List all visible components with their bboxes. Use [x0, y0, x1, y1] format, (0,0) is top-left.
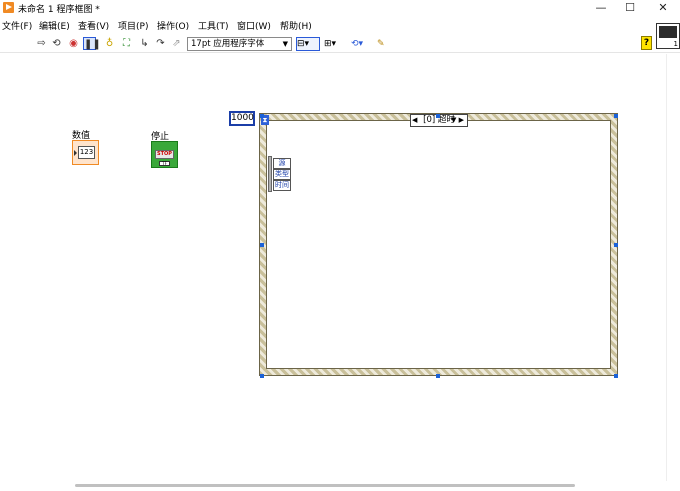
event-data-time[interactable]: 时间 [273, 180, 291, 191]
resize-handle[interactable] [436, 374, 440, 378]
highlight-execution-icon[interactable]: ♁ [103, 37, 116, 50]
menu-edit[interactable]: 编辑(E) [39, 19, 70, 32]
window-title: 未命名 1 程序框图 * [18, 5, 100, 15]
resize-handle[interactable] [614, 374, 618, 378]
stop-terminal[interactable]: STOP TF [151, 141, 178, 168]
pause-icon[interactable]: ❚❚ [83, 37, 101, 50]
menu-tools[interactable]: 工具(T) [198, 19, 229, 32]
menu-help[interactable]: 帮助(H) [280, 19, 312, 32]
vi-icon-number: 1 [673, 40, 678, 48]
reorder-dropdown[interactable]: ⟲▾ [350, 37, 372, 51]
distribute-objects-dropdown[interactable]: ⊞▾ [323, 37, 345, 51]
resize-handle[interactable] [614, 243, 618, 247]
numeric-terminal-value: 123 [78, 146, 95, 159]
timeout-constant[interactable]: 1000 [229, 111, 255, 126]
resize-handle[interactable] [436, 114, 440, 118]
event-data-node-bar [268, 156, 272, 192]
menu-file[interactable]: 文件(F) [2, 19, 32, 32]
previous-case-icon[interactable]: ◀ [412, 115, 417, 126]
font-select-value: 17pt 应用程序字体 [191, 39, 265, 49]
menu-view[interactable]: 查看(V) [78, 19, 109, 32]
menu-project[interactable]: 项目(P) [118, 19, 148, 32]
step-into-icon[interactable]: ↳ [138, 37, 151, 50]
terminal-arrow-icon [74, 150, 77, 156]
resize-handle[interactable] [260, 114, 264, 118]
align-objects-dropdown[interactable]: ⊟▾ [296, 37, 320, 51]
vi-icon-graphic [659, 26, 677, 38]
menu-window[interactable]: 窗口(W) [237, 19, 271, 32]
stop-terminal-button: STOP [155, 150, 174, 159]
run-continuously-icon[interactable]: ⟲ [50, 37, 63, 50]
font-select[interactable]: 17pt 应用程序字体 ▼ [187, 37, 292, 51]
retain-wire-values-icon[interactable]: ⛶ [120, 37, 133, 50]
minimize-button[interactable]: — [588, 0, 614, 16]
event-data-node[interactable]: 源 类型 时间 [268, 156, 291, 192]
maximize-button[interactable]: ☐ [617, 0, 643, 16]
vertical-scrollbar[interactable] [666, 54, 680, 481]
event-data-source[interactable]: 源 [273, 158, 291, 169]
labview-app-icon [3, 2, 14, 13]
clean-up-diagram-icon[interactable]: ✎ [376, 37, 392, 51]
step-out-icon[interactable]: ⇗ [170, 37, 183, 50]
vi-icon[interactable]: 1 [656, 23, 680, 49]
chevron-down-icon: ▼ [282, 40, 288, 48]
menu-bar: 文件(F) 编辑(E) 查看(V) 项目(P) 操作(O) 工具(T) 窗口(W… [0, 17, 680, 32]
event-structure-frame[interactable] [266, 120, 611, 369]
resize-handle[interactable] [614, 114, 618, 118]
event-data-type[interactable]: 类型 [273, 169, 291, 180]
step-over-icon[interactable]: ↷ [154, 37, 167, 50]
resize-handle[interactable] [260, 374, 264, 378]
boolean-type-label: TF [159, 161, 170, 166]
close-button[interactable]: ✕ [650, 0, 676, 16]
menu-operate[interactable]: 操作(O) [157, 19, 189, 32]
title-bar: 未命名 1 程序框图 * — ☐ ✕ [0, 0, 680, 16]
chevron-down-icon[interactable]: ▼ ▶ [451, 115, 464, 126]
abort-icon[interactable]: ◉ [67, 37, 80, 50]
event-structure[interactable] [259, 113, 618, 376]
horizontal-scrollbar-thumb[interactable] [75, 484, 575, 487]
resize-handle[interactable] [260, 243, 264, 247]
run-arrow-icon[interactable]: ⇨ [35, 37, 48, 50]
context-help-icon[interactable]: ? [641, 36, 652, 50]
numeric-terminal[interactable]: 123 [72, 140, 99, 165]
